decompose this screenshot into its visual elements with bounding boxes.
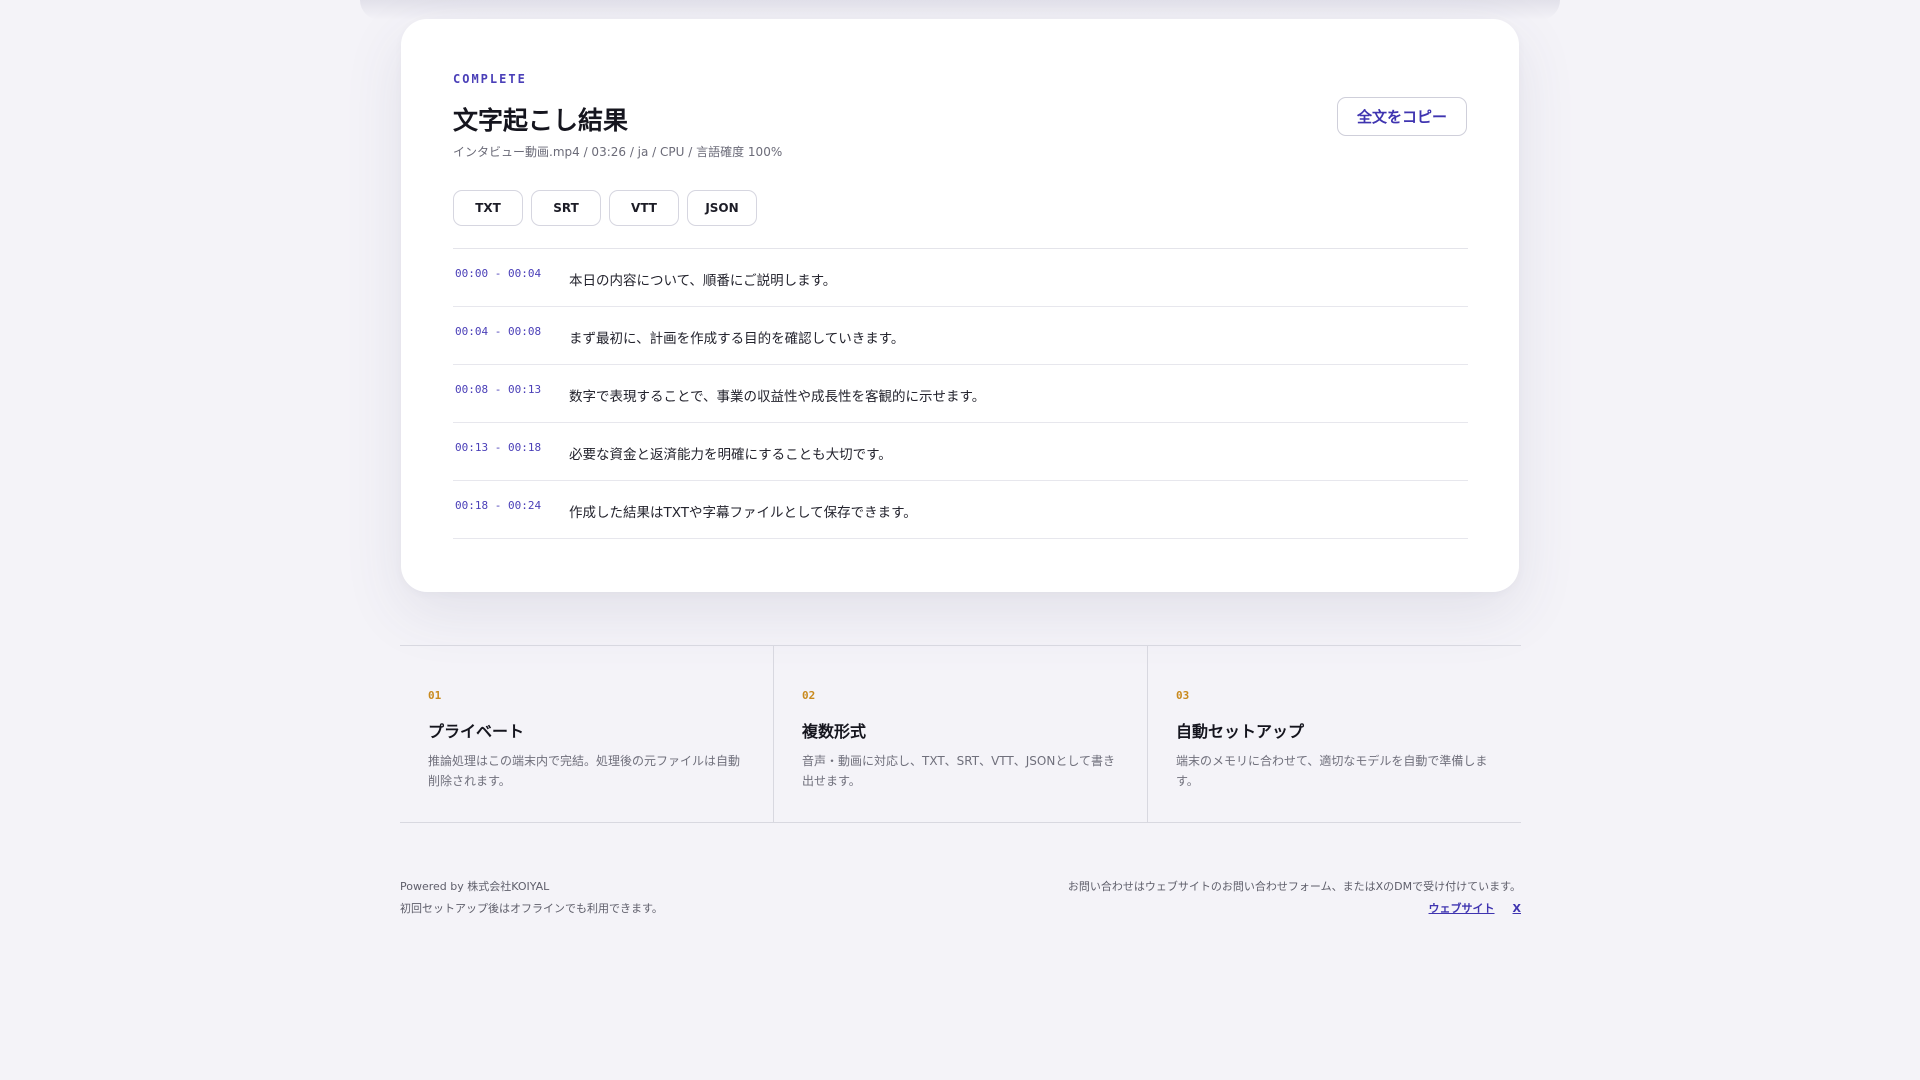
feature-setup: 03 自動セットアップ 端末のメモリに合わせて、適切なモデルを自動で準備します。 [1148, 646, 1521, 822]
footer-links: ウェブサイト X [1068, 898, 1521, 920]
offline-note: 初回セットアップ後はオフラインでも利用できます。 [400, 902, 663, 915]
page-title: 文字起こし結果 [453, 106, 629, 135]
website-link[interactable]: ウェブサイト [1429, 898, 1495, 920]
segment-time: 00:04 - 00:08 [455, 325, 542, 338]
feature-number: 03 [1176, 689, 1190, 702]
copy-all-button[interactable]: 全文をコピー [1337, 97, 1467, 136]
format-vtt-button[interactable]: VTT [609, 190, 679, 226]
top-fade [360, 0, 1560, 20]
status-label: COMPLETE [453, 72, 527, 86]
segment-text: 必要な資金と返済能力を明確にすることも大切です。 [569, 447, 892, 463]
segment-text: 作成した結果はTXTや字幕ファイルとして保存できます。 [569, 505, 917, 521]
footer-right: お問い合わせはウェブサイトのお問い合わせフォーム、またはXのDMで受け付けていま… [1068, 876, 1521, 920]
feature-formats: 02 複数形式 音声・動画に対応し、TXT、SRT、VTT、JSONとして書き出… [774, 646, 1148, 822]
format-buttons: TXT SRT VTT JSON [453, 190, 757, 226]
contact-note: お問い合わせはウェブサイトのお問い合わせフォーム、またはXのDMで受け付けていま… [1067, 880, 1521, 893]
segment-time: 00:13 - 00:18 [455, 441, 542, 454]
file-meta: インタビュー動画.mp4 / 03:26 / ja / CPU / 言語確度 1… [453, 145, 783, 159]
segment-text: 数字で表現することで、事業の収益性や成長性を客観的に示せます。 [569, 389, 986, 405]
result-card: COMPLETE 文字起こし結果 インタビュー動画.mp4 / 03:26 / … [401, 19, 1519, 592]
segment-row: 00:04 - 00:08 まず最初に、計画を作成する目的を確認していきます。 [453, 307, 1468, 365]
x-link[interactable]: X [1513, 898, 1521, 920]
feature-title: 複数形式 [802, 722, 867, 741]
segment-text: まず最初に、計画を作成する目的を確認していきます。 [569, 331, 905, 347]
feature-title: プライベート [428, 722, 525, 741]
segment-time: 00:08 - 00:13 [455, 383, 542, 396]
format-txt-button[interactable]: TXT [453, 190, 523, 226]
footer-left: Powered by 株式会社KOIYAL 初回セットアップ後はオフラインでも利… [400, 876, 663, 920]
feature-number: 02 [802, 689, 816, 702]
feature-description: 音声・動画に対応し、TXT、SRT、VTT、JSONとして書き出せます。 [802, 754, 1115, 788]
segment-list: 00:00 - 00:04 本日の内容について、順番にご説明します。 00:04… [453, 248, 1468, 539]
feature-grid: 01 プライベート 推論処理はこの端末内で完結。処理後の元ファイルは自動削除され… [400, 645, 1521, 823]
feature-title: 自動セットアップ [1176, 722, 1305, 741]
segment-row: 00:18 - 00:24 作成した結果はTXTや字幕ファイルとして保存できます… [453, 481, 1468, 539]
feature-description: 推論処理はこの端末内で完結。処理後の元ファイルは自動削除されます。 [428, 754, 741, 788]
segment-row: 00:08 - 00:13 数字で表現することで、事業の収益性や成長性を客観的に… [453, 365, 1468, 423]
feature-description: 端末のメモリに合わせて、適切なモデルを自動で準備します。 [1176, 754, 1488, 788]
segment-row: 00:00 - 00:04 本日の内容について、順番にご説明します。 [453, 249, 1468, 307]
powered-by: Powered by 株式会社KOIYAL [400, 880, 550, 893]
segment-time: 00:18 - 00:24 [455, 499, 542, 512]
feature-private: 01 プライベート 推論処理はこの端末内で完結。処理後の元ファイルは自動削除され… [400, 646, 774, 822]
segment-time: 00:00 - 00:04 [455, 267, 542, 280]
segment-text: 本日の内容について、順番にご説明します。 [569, 273, 837, 289]
feature-number: 01 [428, 689, 442, 702]
format-srt-button[interactable]: SRT [531, 190, 601, 226]
segment-row: 00:13 - 00:18 必要な資金と返済能力を明確にすることも大切です。 [453, 423, 1468, 481]
format-json-button[interactable]: JSON [687, 190, 757, 226]
